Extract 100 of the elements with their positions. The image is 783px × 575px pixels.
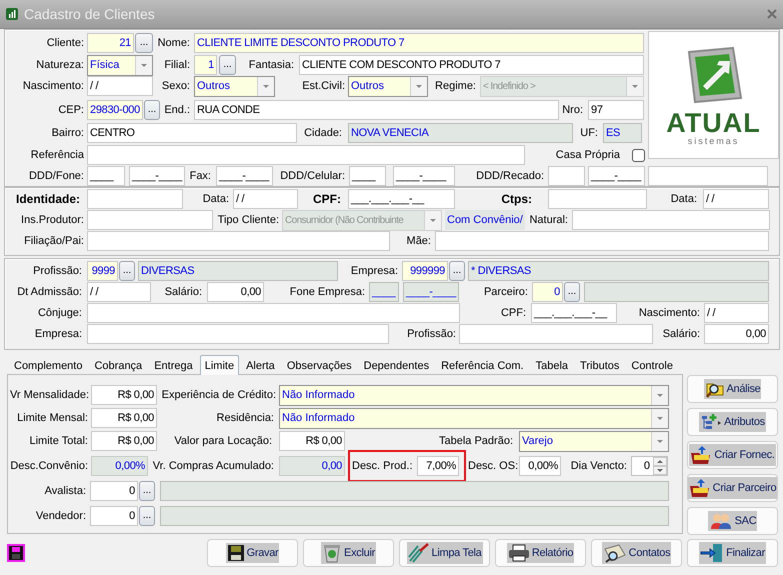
text-field[interactable]: ___.___.___-__ <box>348 189 455 209</box>
code-field[interactable]: 1 <box>194 55 217 75</box>
text-field[interactable]: CLIENTE COM DESCONTO PRODUTO 7 <box>299 55 644 75</box>
dropdown-field[interactable]: Outros <box>194 76 275 96</box>
action-button[interactable]: Criar Fornec. <box>687 441 778 469</box>
text-field[interactable] <box>87 210 213 230</box>
dropdown-field[interactable]: Não Informado <box>279 408 669 428</box>
text-field[interactable]: ____ <box>349 166 386 186</box>
tab[interactable]: Dependentes <box>358 357 434 374</box>
lookup-button[interactable]: ... <box>144 100 160 120</box>
tab[interactable]: Tributos <box>575 357 624 374</box>
text-field[interactable]: RUA CONDE <box>194 100 559 120</box>
text-field[interactable]: ____-____ <box>129 166 185 186</box>
tab[interactable]: Alerta <box>241 357 280 374</box>
close-icon[interactable] <box>767 9 777 19</box>
field-label: Vr Mensalidade: <box>10 389 88 401</box>
action-button[interactable]: Análise <box>687 375 778 403</box>
caret-icon[interactable] <box>626 76 643 96</box>
caret-icon[interactable] <box>257 76 274 96</box>
amount-field[interactable]: R$ 0,00 <box>91 431 157 451</box>
action-button[interactable]: Finalizar <box>687 539 778 567</box>
text-field[interactable] <box>572 210 770 230</box>
amount-field[interactable]: 0,00% <box>519 456 561 476</box>
text-field[interactable]: CENTRO <box>87 123 297 143</box>
text-field[interactable]: / / <box>87 282 151 302</box>
tab[interactable]: Tabela <box>530 357 574 374</box>
lookup-button[interactable]: ... <box>119 261 135 281</box>
text-field[interactable] <box>87 231 390 251</box>
action-button[interactable]: Criar Parceiro <box>687 474 778 502</box>
lookup-button[interactable]: ... <box>564 282 580 302</box>
code-field[interactable]: 0 <box>532 282 563 302</box>
text-field[interactable] <box>548 189 647 209</box>
checkbox[interactable] <box>632 148 645 162</box>
caret-icon[interactable] <box>651 408 668 428</box>
amount-field[interactable]: 0,00 <box>207 282 264 302</box>
text-field[interactable]: ____-____ <box>393 166 455 186</box>
dropdown-field[interactable]: Não Informado <box>279 384 669 406</box>
tab[interactable]: Cobrança <box>89 357 148 374</box>
code-field[interactable]: 21 <box>87 33 134 53</box>
action-button[interactable]: Atributos <box>687 408 778 436</box>
text-field[interactable] <box>435 231 769 251</box>
field-label: Avalista: <box>44 485 86 497</box>
dropdown-field[interactable]: Outros <box>348 76 428 96</box>
tab[interactable]: Controle <box>626 357 678 374</box>
amount-field[interactable]: R$ 0,00 <box>91 385 157 405</box>
text-field[interactable] <box>87 189 183 209</box>
text-field[interactable]: ____ <box>87 166 125 186</box>
tab[interactable]: Complemento <box>9 357 88 374</box>
folder-arrow-icon <box>690 445 712 465</box>
tab[interactable]: Limite <box>200 355 240 375</box>
caret-icon[interactable] <box>410 76 427 96</box>
action-button[interactable]: Limpa Tela <box>399 539 490 567</box>
lookup-button[interactable]: ... <box>449 261 465 281</box>
text-field[interactable] <box>459 324 653 344</box>
caret-icon[interactable] <box>135 56 152 74</box>
text-field[interactable]: ____-____ <box>216 166 273 186</box>
text-field[interactable] <box>548 166 585 186</box>
text-field[interactable]: 29830-000 <box>87 100 143 120</box>
text-field[interactable]: ____-____ <box>588 166 645 186</box>
text-field[interactable]: / / <box>703 189 769 209</box>
text-field[interactable]: / / <box>233 189 298 209</box>
tab[interactable]: Observações <box>282 357 357 374</box>
field-label: Vendedor: <box>34 510 86 522</box>
lookup-button[interactable]: ... <box>139 506 155 526</box>
number-spinner[interactable]: 0 <box>631 456 668 476</box>
amount-field[interactable]: R$ 0,00 <box>279 431 345 451</box>
text-field[interactable] <box>648 166 768 186</box>
action-button[interactable]: Relatório <box>495 539 586 567</box>
amount-field[interactable]: 0,00 <box>704 324 769 344</box>
lookup-button[interactable]: ... <box>135 33 153 53</box>
text-field[interactable] <box>87 145 525 165</box>
amount-field[interactable]: 7,00% <box>417 456 459 476</box>
lookup-button[interactable]: ... <box>219 55 236 75</box>
code-field[interactable]: 9999 <box>87 261 118 281</box>
spin-arrows-icon[interactable] <box>653 457 667 475</box>
text-field[interactable]: 97 <box>588 100 644 120</box>
lookup-button[interactable]: ... <box>139 481 155 501</box>
action-button[interactable]: Gravar <box>207 539 298 567</box>
caret-icon[interactable] <box>651 386 668 404</box>
text-field[interactable]: / / <box>87 76 153 96</box>
amount-field[interactable]: 0 <box>90 506 138 526</box>
field-label: Tipo Cliente: <box>216 214 279 226</box>
action-button[interactable]: SAC <box>687 507 778 535</box>
amount-field[interactable]: 0 <box>90 481 138 501</box>
caret-icon[interactable] <box>651 432 668 450</box>
field-label: Tabela Padrão: <box>438 435 513 447</box>
dropdown-field[interactable]: Física <box>87 54 153 76</box>
action-button[interactable]: Excluir <box>303 539 394 567</box>
tab[interactable]: Entrega <box>149 357 198 374</box>
tab[interactable]: Referência Com. <box>436 357 529 374</box>
text-field[interactable]: CLIENTE LIMITE DESCONTO PRODUTO 7 <box>194 33 644 53</box>
action-button[interactable]: Contatos <box>591 539 682 567</box>
amount-field[interactable]: R$ 0,00 <box>91 408 157 428</box>
text-field[interactable] <box>87 324 389 344</box>
caret-icon[interactable] <box>424 210 441 230</box>
code-field[interactable]: 999999 <box>402 261 448 281</box>
text-field[interactable]: ___.___.___-__ <box>531 303 617 323</box>
text-field[interactable] <box>87 303 460 323</box>
text-field[interactable]: / / <box>704 303 769 323</box>
dropdown-field[interactable]: Varejo <box>519 430 669 452</box>
